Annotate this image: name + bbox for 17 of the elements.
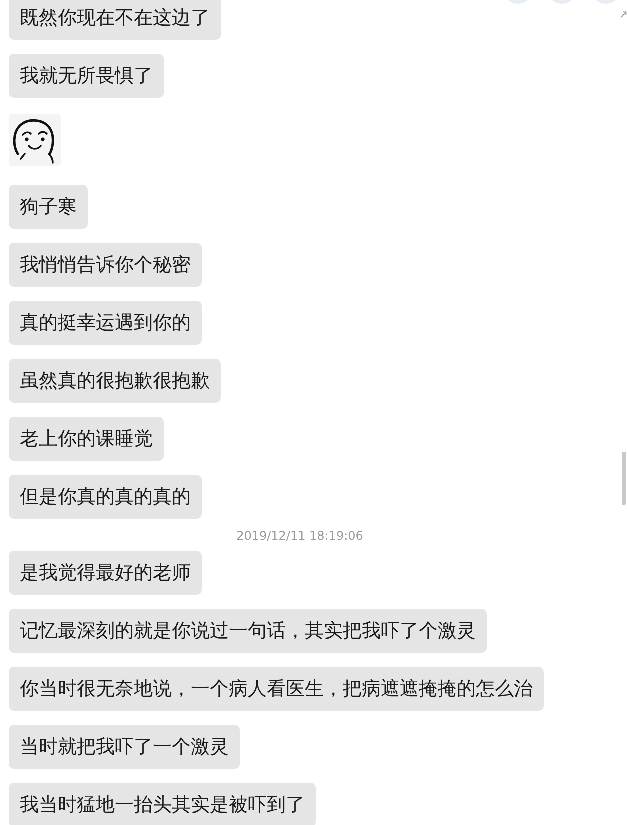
message-bubble: 真的挺幸运遇到你的 <box>9 301 202 345</box>
message-bubble: 记忆最深刻的就是你说过一句话，其实把我吓了个激灵 <box>9 609 487 653</box>
message-bubble: 虽然真的很抱歉很抱歉 <box>9 359 221 403</box>
smiley-sticker-icon <box>9 114 61 166</box>
message-bubble: 你当时很无奈地说，一个病人看医生，把病遮遮掩掩的怎么治 <box>9 667 544 711</box>
message-bubble: 当时就把我吓了一个激灵 <box>9 725 240 769</box>
message-bubble: 是我觉得最好的老师 <box>9 551 202 595</box>
message-bubble: 既然你现在不在这边了 <box>9 0 221 40</box>
timestamp: 2019/12/11 18:19:06 <box>236 529 364 543</box>
scrollbar-thumb[interactable] <box>622 452 626 505</box>
message-bubble: 老上你的课睡觉 <box>9 417 164 461</box>
message-bubble: 但是你真的真的真的 <box>9 475 202 519</box>
message-bubble: 我当时猛地一抬头其实是被吓到了 <box>9 783 316 825</box>
message-bubble: 狗子寒 <box>9 185 88 229</box>
message-bubble: 我悄悄告诉你个秘密 <box>9 243 202 287</box>
message-bubble: 我就无所畏惧了 <box>9 54 164 98</box>
arrow-icon <box>621 11 627 18</box>
